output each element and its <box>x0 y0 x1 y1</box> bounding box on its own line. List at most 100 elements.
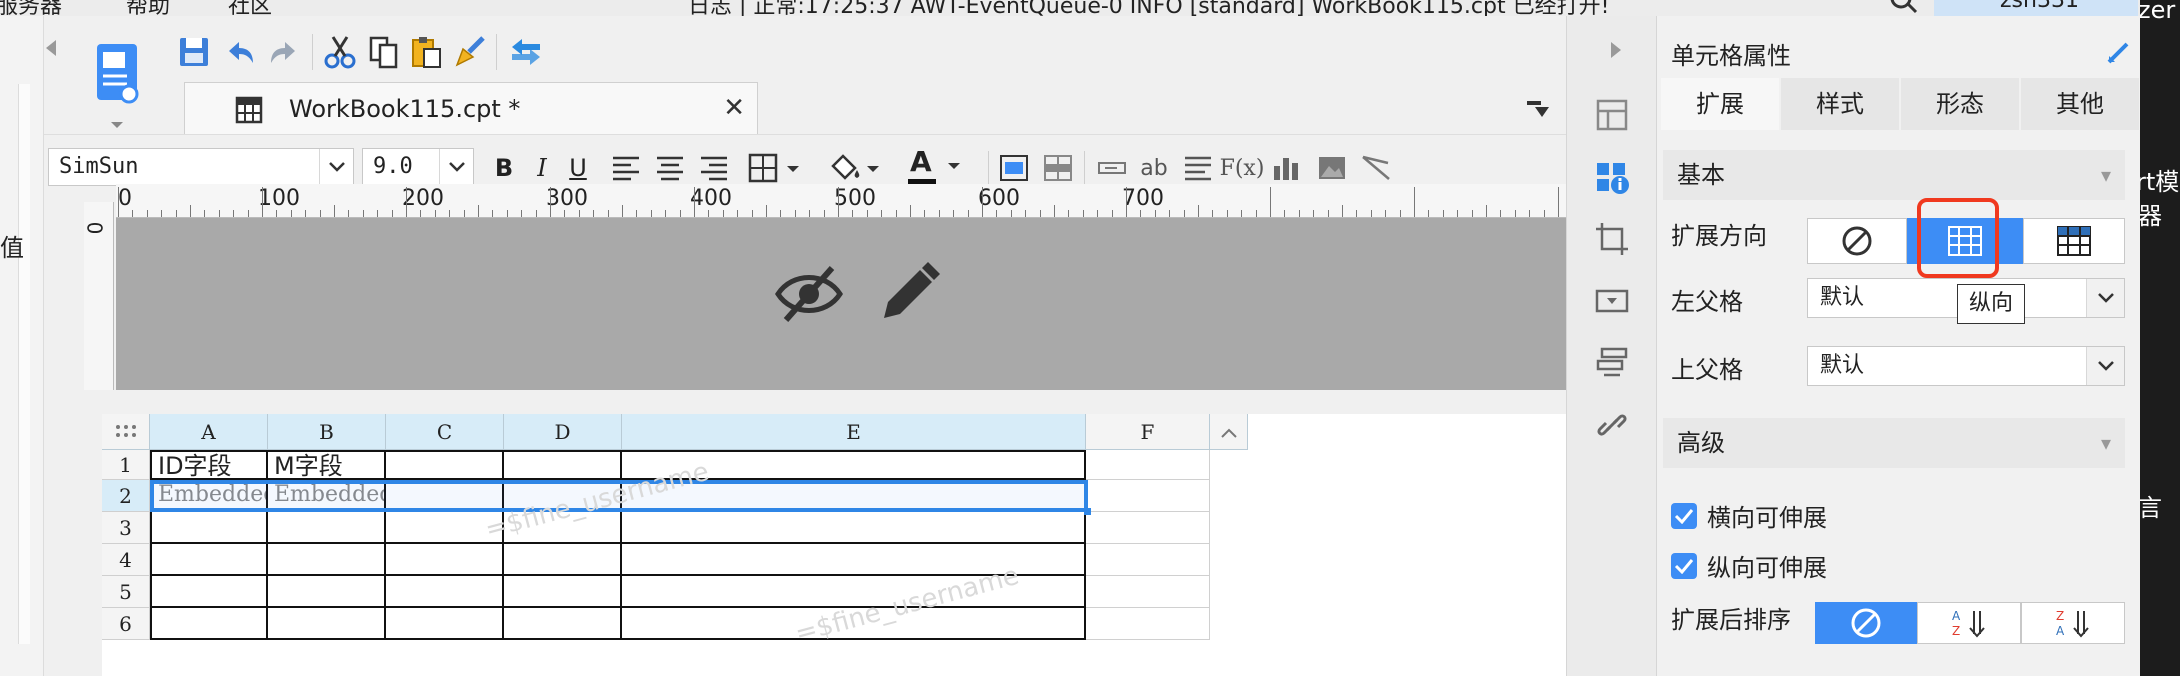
text-field-button[interactable] <box>1092 149 1132 187</box>
file-tab-close[interactable]: ✕ <box>723 93 745 123</box>
underline-button[interactable]: U <box>558 149 598 187</box>
menu-community[interactable]: 社区 <box>228 0 272 16</box>
row-header[interactable]: 2 <box>102 480 150 512</box>
hidden-eye-icon[interactable] <box>774 262 844 326</box>
scroll-up-button[interactable] <box>1210 414 1248 450</box>
grid-cell[interactable] <box>150 608 268 640</box>
border-button[interactable] <box>744 149 810 187</box>
fill-handle[interactable] <box>1084 508 1091 515</box>
grid-cell[interactable] <box>150 576 268 608</box>
text-color-button[interactable]: A <box>902 145 974 189</box>
row-header[interactable]: 5 <box>102 576 150 608</box>
collapse-left-icon[interactable] <box>44 38 60 58</box>
row-header[interactable]: 3 <box>102 512 150 544</box>
font-size-select[interactable]: 9.0 <box>362 148 474 186</box>
cell-attributes-button[interactable] <box>1589 154 1635 200</box>
expand-arrow-icon[interactable] <box>2105 38 2133 66</box>
column-header[interactable]: A <box>150 414 268 450</box>
copy-button[interactable] <box>364 32 404 72</box>
section-basic[interactable]: 基本 ▾ <box>1663 150 2125 200</box>
grid-cell[interactable] <box>386 544 504 576</box>
float-element-button[interactable] <box>1589 216 1635 262</box>
column-header[interactable]: F <box>1086 414 1210 450</box>
swap-button[interactable] <box>504 32 548 72</box>
align-center-button[interactable] <box>650 149 690 187</box>
align-left-button[interactable] <box>606 149 646 187</box>
column-header[interactable]: E <box>622 414 1086 450</box>
pencil-icon[interactable] <box>876 260 940 326</box>
row-header[interactable]: 4 <box>102 544 150 576</box>
section-advanced[interactable]: 高级 ▾ <box>1663 418 2125 468</box>
insert-widget-button[interactable] <box>994 149 1034 187</box>
column-header[interactable]: B <box>268 414 386 450</box>
select-all-corner[interactable] <box>102 414 150 450</box>
wrap-text-button[interactable] <box>1178 149 1218 187</box>
sort-descending-button[interactable]: ZA <box>2021 602 2125 644</box>
text-tool-button[interactable]: ab <box>1132 149 1176 187</box>
sort-none-button[interactable] <box>1815 602 1917 644</box>
horizontal-expandable-checkbox[interactable]: 横向可伸展 <box>1671 498 1827 533</box>
tab-form[interactable]: 形态 <box>1901 78 2019 130</box>
redo-button[interactable] <box>264 32 304 72</box>
condition-attribute-button[interactable] <box>1589 340 1635 386</box>
font-family-select[interactable]: SimSun <box>48 148 354 186</box>
grid-cell[interactable] <box>622 512 1086 544</box>
grid-cell[interactable] <box>1086 576 1210 608</box>
tab-style[interactable]: 样式 <box>1781 78 1899 130</box>
slash-cell-button[interactable] <box>1356 149 1396 187</box>
grid-cell[interactable] <box>1086 544 1210 576</box>
cell-element-button[interactable] <box>1589 92 1635 138</box>
menu-help[interactable]: 帮助 <box>126 0 170 16</box>
grid-cell[interactable] <box>1086 608 1210 640</box>
column-header[interactable]: D <box>504 414 622 450</box>
save-button[interactable] <box>174 32 214 72</box>
bold-button[interactable]: B <box>484 149 524 187</box>
merge-cells-button[interactable] <box>1038 149 1078 187</box>
vertical-expandable-checkbox[interactable]: 纵向可伸展 <box>1671 548 1827 583</box>
grid-cell[interactable] <box>504 544 622 576</box>
grid-cell[interactable] <box>268 608 386 640</box>
grid-cell[interactable]: M字段 <box>268 450 386 480</box>
top-parent-select[interactable]: 默认 <box>1807 346 2125 386</box>
menu-server[interactable]: 服务器 <box>0 0 62 16</box>
grid-cell[interactable] <box>504 576 622 608</box>
grid-cell[interactable] <box>268 544 386 576</box>
fill-color-button[interactable] <box>824 149 890 187</box>
column-header[interactable]: C <box>386 414 504 450</box>
search-icon[interactable] <box>1888 0 1920 16</box>
italic-button[interactable]: I <box>522 149 562 187</box>
row-header[interactable]: 6 <box>102 608 150 640</box>
cut-button[interactable] <box>320 32 360 72</box>
grid-cell[interactable] <box>386 576 504 608</box>
grid-cell[interactable] <box>1086 512 1210 544</box>
grid-cell[interactable] <box>150 512 268 544</box>
insert-chart-button[interactable] <box>1266 149 1306 187</box>
paste-button[interactable] <box>406 32 446 72</box>
hyperlink-button[interactable] <box>1589 402 1635 448</box>
grid-cell[interactable] <box>268 512 386 544</box>
collapse-right-icon[interactable] <box>1609 40 1623 60</box>
grid-cell[interactable] <box>504 450 622 480</box>
tab-expand[interactable]: 扩展 <box>1661 78 1779 130</box>
template-button[interactable] <box>84 36 154 136</box>
expand-none-button[interactable] <box>1807 218 1907 264</box>
grid-cell[interactable] <box>504 608 622 640</box>
widget-settings-button[interactable] <box>1589 278 1635 324</box>
grid-cell[interactable] <box>386 450 504 480</box>
undo-button[interactable] <box>220 32 260 72</box>
user-chip[interactable]: zsh331 <box>1934 0 2138 16</box>
tab-other[interactable]: 其他 <box>2021 78 2139 130</box>
pane-menu-button[interactable] <box>1518 88 1558 128</box>
sort-ascending-button[interactable]: AZ <box>1917 602 2021 644</box>
grid-cell[interactable] <box>1086 480 1210 512</box>
insert-image-button[interactable] <box>1312 149 1352 187</box>
file-tab[interactable]: WorkBook115.cpt * ✕ <box>184 82 758 134</box>
grid-cell[interactable] <box>268 576 386 608</box>
left-panel-scroll[interactable] <box>18 84 30 644</box>
parameter-pane[interactable] <box>116 218 1610 390</box>
row-header[interactable]: 1 <box>102 450 150 480</box>
formula-button[interactable]: F(x) <box>1220 149 1265 187</box>
format-painter-button[interactable] <box>450 32 490 72</box>
grid-cell[interactable] <box>1086 450 1210 480</box>
grid-cell[interactable] <box>386 608 504 640</box>
